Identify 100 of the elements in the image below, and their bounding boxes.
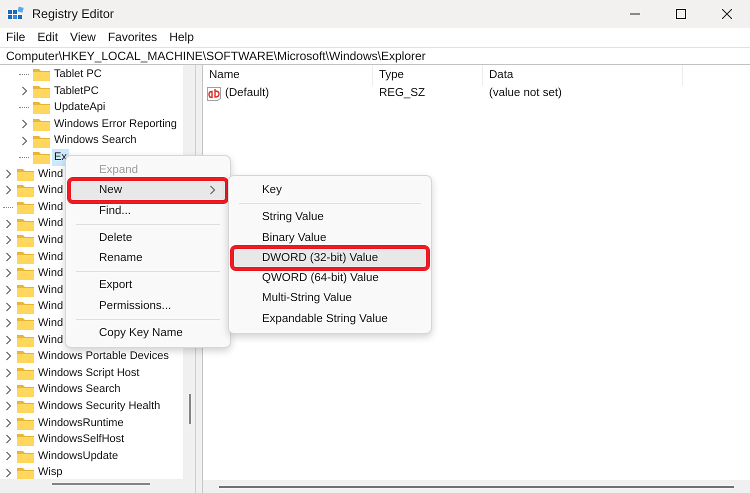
tree-item[interactable]: Windows Security Health xyxy=(36,398,162,414)
folder-icon xyxy=(17,233,34,248)
tree-item[interactable]: Tablet PC xyxy=(52,66,104,83)
value-type: REG_SZ xyxy=(378,86,426,102)
tree-item[interactable]: Wind xyxy=(36,232,66,248)
expand-icon[interactable] xyxy=(3,418,13,428)
folder-icon xyxy=(33,117,50,132)
folder-icon xyxy=(17,332,34,347)
close-icon xyxy=(722,9,732,19)
expand-icon[interactable] xyxy=(19,136,29,146)
expand-icon[interactable] xyxy=(3,252,13,262)
menu-item[interactable]: Find... xyxy=(70,200,226,221)
tree-item[interactable]: WindowsUpdate xyxy=(36,448,120,464)
expand-icon[interactable] xyxy=(3,285,13,296)
column-header[interactable]: Type xyxy=(373,65,483,86)
menu-item[interactable]: Edit xyxy=(31,28,64,47)
menu-item[interactable]: Permissions... xyxy=(70,296,226,316)
tree-item[interactable]: Wisp xyxy=(36,464,64,479)
expand-icon[interactable] xyxy=(19,119,29,130)
menu-item[interactable]: View xyxy=(64,28,102,47)
folder-icon xyxy=(33,150,50,164)
tree-item[interactable]: WindowsSelfHost xyxy=(36,431,126,448)
expand-icon[interactable] xyxy=(3,401,13,412)
menu-item[interactable]: Rename xyxy=(70,248,226,268)
menu-item[interactable]: Key xyxy=(233,180,427,200)
expand-icon[interactable] xyxy=(3,450,13,461)
menu-item[interactable]: Copy Key Name xyxy=(70,323,226,344)
menu-item[interactable]: Multi-String Value xyxy=(233,288,427,309)
expand-icon[interactable] xyxy=(3,318,13,328)
expand-icon[interactable] xyxy=(3,351,13,362)
menu-item[interactable]: Expandable String Value xyxy=(233,308,427,330)
tree-item[interactable]: Wind xyxy=(36,265,66,282)
tree-item[interactable]: Wind xyxy=(36,166,66,182)
menu-item[interactable]: New xyxy=(70,180,226,201)
folder-icon xyxy=(33,134,50,148)
tree-item[interactable]: Windows Script Host xyxy=(36,364,142,382)
folder-icon xyxy=(33,67,50,82)
expand-icon[interactable] xyxy=(3,334,13,345)
column-header[interactable]: Name xyxy=(203,65,373,86)
tree-item[interactable]: Wind xyxy=(36,182,66,199)
scrollbar-thumb[interactable] xyxy=(52,483,150,485)
tree-item[interactable]: Windows Portable Devices xyxy=(36,348,171,365)
folder-icon xyxy=(17,466,34,479)
tree-item[interactable]: Windows Search xyxy=(36,381,123,398)
tree-item[interactable]: Ex xyxy=(52,149,69,166)
folder-icon xyxy=(17,250,34,264)
tree-item[interactable]: Wind xyxy=(36,314,66,332)
menu-item[interactable]: DWORD (32-bit) Value xyxy=(233,248,427,268)
tree-item[interactable]: Windows Error Reporting xyxy=(52,116,179,132)
value-name[interactable]: (Default) xyxy=(225,85,270,103)
tree-item[interactable]: Wind xyxy=(36,332,66,348)
folder-icon xyxy=(17,399,34,414)
folder-icon xyxy=(33,100,50,114)
menu-item[interactable]: QWORD (64-bit) Value xyxy=(233,268,427,288)
folder-icon xyxy=(17,416,34,430)
folder-icon xyxy=(17,200,34,214)
menu-item[interactable]: Binary Value xyxy=(233,228,427,248)
tree-item[interactable]: TabletPC xyxy=(52,82,101,100)
expand-icon[interactable] xyxy=(3,468,13,478)
menu-item[interactable]: Delete xyxy=(70,228,226,248)
address-field[interactable]: Computer\HKEY_LOCAL_MACHINE\SOFTWARE\Microsoft\Windows\Explorer xyxy=(0,47,750,65)
scrollbar-thumb[interactable] xyxy=(189,394,191,424)
menu-item[interactable]: String Value xyxy=(233,207,427,228)
folder-icon xyxy=(17,183,34,198)
expand-icon[interactable] xyxy=(3,384,13,395)
scrollbar-thumb[interactable] xyxy=(219,486,734,488)
folder-icon xyxy=(17,300,34,314)
menu-item[interactable]: Help xyxy=(163,28,200,47)
folder-icon xyxy=(17,166,34,181)
tree-item[interactable]: UpdateApi xyxy=(52,99,108,116)
expand-icon[interactable] xyxy=(3,434,13,444)
folder-icon xyxy=(17,266,34,280)
tree-item[interactable]: Wind xyxy=(36,248,66,266)
tree-item[interactable]: Wind xyxy=(36,298,66,315)
tree-item[interactable]: Wind xyxy=(36,282,66,298)
string-value-icon xyxy=(207,87,221,101)
expand-icon[interactable] xyxy=(3,218,13,229)
column-header[interactable]: Data xyxy=(483,65,683,86)
window-title: Registry Editor xyxy=(32,6,114,23)
tree-item[interactable]: Wind xyxy=(36,215,66,232)
folder-icon xyxy=(17,349,34,364)
tree-item[interactable]: WindowsRuntime xyxy=(36,414,126,432)
folder-icon xyxy=(17,283,34,298)
expand-icon[interactable] xyxy=(3,168,13,179)
menu-item[interactable]: File xyxy=(0,28,32,47)
expand-icon[interactable] xyxy=(3,235,13,246)
folder-icon xyxy=(17,316,34,330)
expand-icon[interactable] xyxy=(3,302,13,312)
value-data: (value not set) xyxy=(488,86,562,102)
expand-icon[interactable] xyxy=(3,268,13,278)
expand-icon[interactable] xyxy=(19,86,29,96)
folder-icon xyxy=(33,84,50,98)
folder-icon xyxy=(17,448,34,463)
folder-icon xyxy=(17,382,34,397)
tree-item[interactable]: Windows Search xyxy=(52,132,139,149)
expand-icon[interactable] xyxy=(3,185,13,196)
tree-item[interactable]: Wind xyxy=(36,198,66,216)
menu-item[interactable]: Favorites xyxy=(102,28,164,47)
expand-icon[interactable] xyxy=(3,368,13,378)
menu-item[interactable]: Export xyxy=(70,275,226,296)
